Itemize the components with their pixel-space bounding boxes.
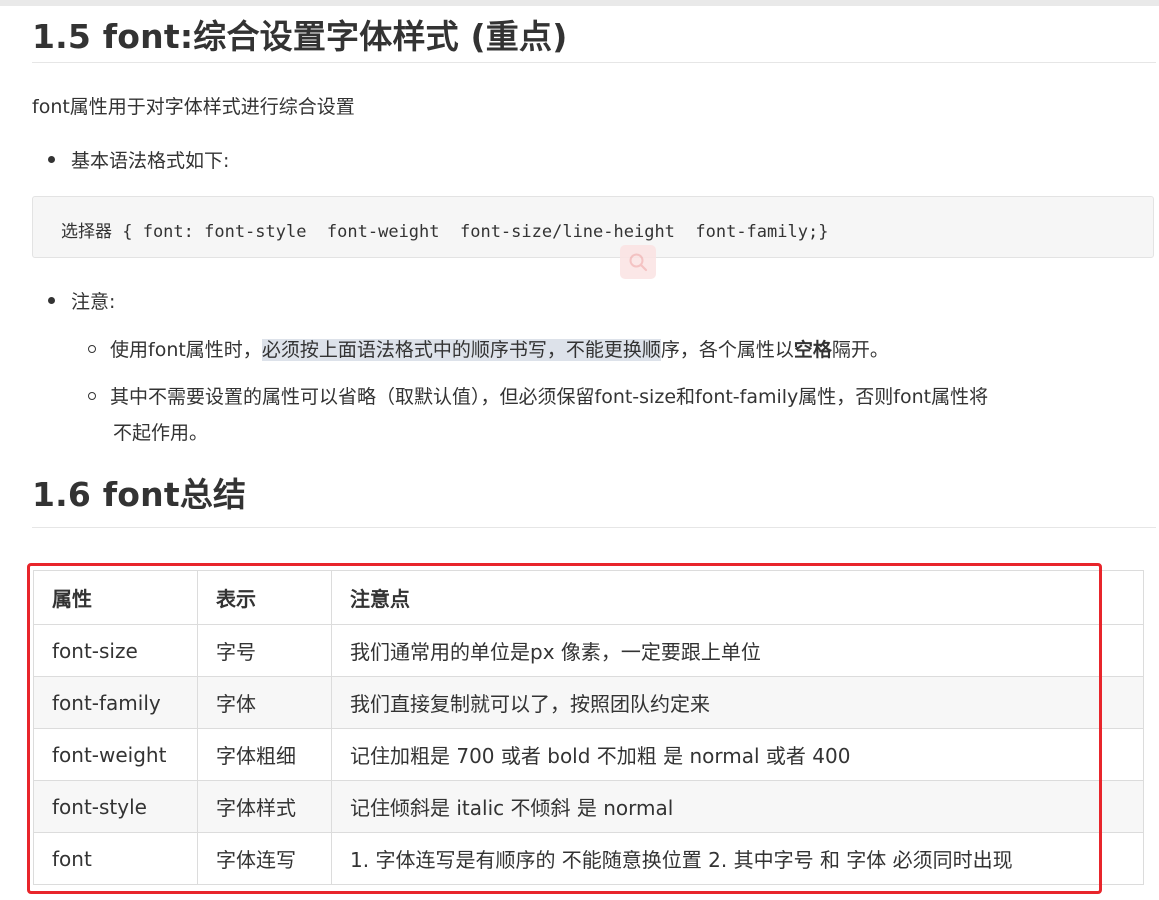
bullet-syntax-text: 基本语法格式如下: <box>71 150 230 172</box>
section-heading-1-5: 1.5 font:综合设置字体样式 (重点) <box>32 17 568 56</box>
top-bar <box>0 0 1159 6</box>
heading-divider <box>32 62 1156 63</box>
note1-post-b: 隔开。 <box>831 339 889 361</box>
code-block: 选择器 { font: font-style font-weight font-… <box>32 196 1154 258</box>
note2-line2: 不起作用。 <box>113 422 209 444</box>
heading-divider <box>32 527 1156 528</box>
note-item-2: 其中不需要设置的属性可以省略（取默认值），但必须保留font-size和font… <box>88 379 1153 451</box>
note1-post-a: 序，各个属性以 <box>660 339 794 361</box>
search-badge[interactable] <box>620 245 656 279</box>
note-item-1: 使用font属性时，必须按上面语法格式中的顺序书写，不能更换顺序，各个属性以空格… <box>88 335 889 362</box>
section-heading-1-6: 1.6 font总结 <box>32 475 247 514</box>
selected-text[interactable]: 必须按上面语法格式中的顺序书写，不能更换顺 <box>261 339 661 361</box>
note2-line1: 其中不需要设置的属性可以省略（取默认值），但必须保留font-size和font… <box>110 386 989 408</box>
bullet-dot <box>48 156 55 163</box>
bullet-syntax: 基本语法格式如下: <box>48 146 229 173</box>
sub-bullet-circle <box>88 344 96 353</box>
search-icon <box>629 253 648 272</box>
intro-paragraph: font属性用于对字体样式进行综合设置 <box>32 96 355 118</box>
code-text: 选择器 { font: font-style font-weight font-… <box>61 222 829 242</box>
highlight-box <box>27 563 1102 894</box>
sub-bullet-circle <box>88 391 96 400</box>
document-page: 1.5 font:综合设置字体样式 (重点) font属性用于对字体样式进行综合… <box>0 0 1159 900</box>
note1-pre: 使用font属性时， <box>110 339 262 361</box>
bullet-note: 注意: <box>48 287 115 314</box>
bullet-dot <box>48 297 55 304</box>
note1-bold: 空格 <box>793 339 832 361</box>
bullet-note-text: 注意: <box>71 291 116 313</box>
